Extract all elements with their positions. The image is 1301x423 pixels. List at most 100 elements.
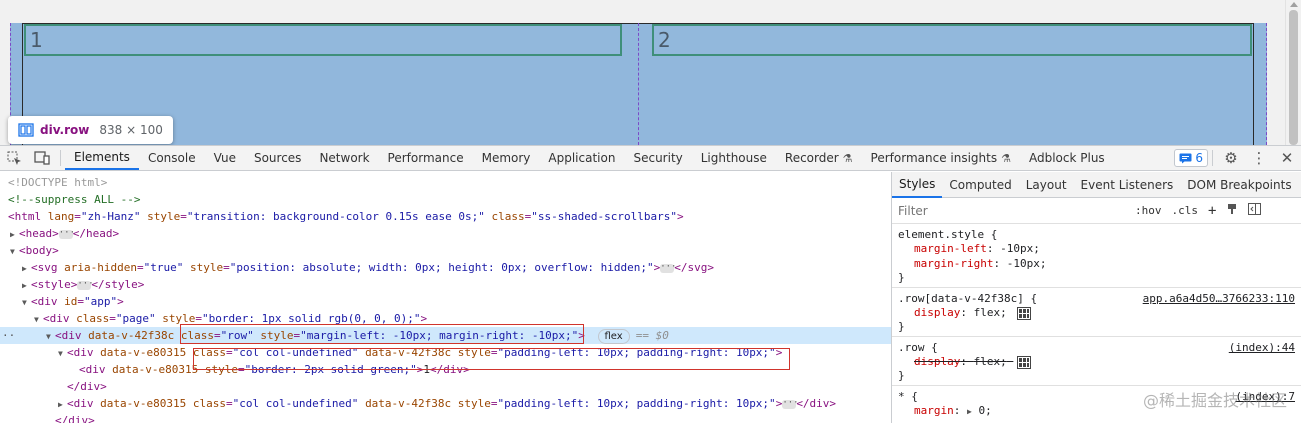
collapsed-ellipsis-icon[interactable]: ··· xyxy=(58,228,75,239)
tree-line-col-2[interactable]: ▶ <div data-v-e80315 class="col col-undef… xyxy=(0,395,891,412)
expand-shorthand-icon[interactable]: ▶ xyxy=(967,407,972,416)
tag-end: </div> xyxy=(796,397,837,410)
rule-element-style[interactable]: element.style { margin-left: -10px; marg… xyxy=(892,224,1301,288)
devtools-toolbar: Elements Console Vue Sources Network Per… xyxy=(0,145,1301,171)
tab-elements[interactable]: Elements xyxy=(65,146,139,170)
inspect-element-icon[interactable] xyxy=(0,146,28,170)
tree-line-svg[interactable]: ▶ <svg aria-hidden="true" style="position… xyxy=(0,259,891,276)
column-divider xyxy=(638,23,639,145)
tree-line-style[interactable]: ▶ <style>···</style> xyxy=(0,276,891,293)
tag-close: </head> xyxy=(72,227,120,240)
tree-line-head[interactable]: ▶ <head>···</head> xyxy=(0,225,891,242)
comment-text: <!--suppress ALL --> xyxy=(8,193,141,206)
tree-line-html[interactable]: <html lang="zh-Hanz" style="transition: … xyxy=(0,208,891,225)
collapsed-ellipsis-icon[interactable]: ··· xyxy=(782,398,799,409)
attr-name: class xyxy=(76,312,110,325)
scroll-up-arrow-icon[interactable] xyxy=(1290,2,1298,7)
filter-input[interactable] xyxy=(898,201,1130,220)
hov-toggle[interactable]: :hov xyxy=(1130,204,1167,217)
flex-badge[interactable]: flex xyxy=(597,329,630,344)
tree-line-body[interactable]: ▼ <body> xyxy=(0,242,891,259)
tab-lighthouse[interactable]: Lighthouse xyxy=(692,146,776,170)
rule-selector: element.style { xyxy=(898,228,998,241)
expand-arrow-icon[interactable]: ▶ xyxy=(58,396,67,413)
collapsed-ellipsis-icon[interactable]: ··· xyxy=(660,262,676,273)
close-icon[interactable]: ✕ xyxy=(1273,146,1301,170)
flex-container-icon xyxy=(18,123,34,137)
attr-value: "ss-shaded-scrollbars" xyxy=(531,210,677,223)
rule-source-link[interactable]: app.a6a4d50…3766233:110 xyxy=(1143,292,1295,305)
preview-scrollbar[interactable] xyxy=(1285,0,1301,145)
tab-performance[interactable]: Performance xyxy=(379,146,473,170)
tab-dom-breakpoints[interactable]: DOM Breakpoints xyxy=(1180,172,1298,198)
attr-name: data-v-e80315 xyxy=(112,363,199,376)
attr-name: data-v-e80315 xyxy=(100,397,187,410)
attr-value: "true" xyxy=(143,261,184,274)
expand-arrow-icon[interactable]: ▶ xyxy=(22,277,31,294)
tree-line-app[interactable]: ▼ <div id="app"> xyxy=(0,293,891,310)
tag-open: <div xyxy=(31,295,58,308)
tag-open: <svg xyxy=(31,261,58,274)
cls-toggle[interactable]: .cls xyxy=(1167,204,1204,217)
tag-open: <body> xyxy=(19,244,59,257)
tab-event-listeners[interactable]: Event Listeners xyxy=(1074,172,1181,198)
new-rule-plus-icon[interactable]: + xyxy=(1203,203,1221,219)
tab-network[interactable]: Network xyxy=(310,146,378,170)
flexbox-editor-icon[interactable] xyxy=(1017,355,1032,369)
declaration[interactable]: margin-left: -10px; xyxy=(898,241,1295,256)
attr-value: "position: absolute; width: 0px; height:… xyxy=(229,261,654,274)
issues-badge[interactable]: 6 xyxy=(1174,149,1208,167)
tab-application[interactable]: Application xyxy=(539,146,624,170)
tree-line-close-div[interactable]: </div> xyxy=(0,378,891,395)
tab-recorder[interactable]: Recorder ⚗ xyxy=(776,146,862,170)
collapse-arrow-icon[interactable]: ▼ xyxy=(10,243,19,260)
property-name: margin-right xyxy=(914,257,994,270)
tree-line-doctype[interactable]: <!DOCTYPE html> xyxy=(0,174,891,191)
flexbox-editor-icon[interactable] xyxy=(1017,306,1032,320)
tab-sources[interactable]: Sources xyxy=(245,146,310,170)
tooltip-dimensions: 838 × 100 xyxy=(99,123,163,137)
rule-close: } xyxy=(898,271,905,284)
tooltip-tag: div.row xyxy=(40,123,90,137)
collapse-arrow-icon[interactable]: ▼ xyxy=(34,311,43,328)
tab-security[interactable]: Security xyxy=(624,146,691,170)
tag-open: <style> xyxy=(31,278,78,291)
attr-value: "col col-undefined" xyxy=(232,397,359,410)
element-state-icon[interactable] xyxy=(1221,203,1243,218)
declaration-overridden[interactable]: display: flex; xyxy=(898,354,1295,369)
device-toggle-icon[interactable] xyxy=(28,146,56,170)
declaration[interactable]: display: flex; xyxy=(898,305,1295,320)
scrollbar-thumb[interactable] xyxy=(1289,10,1298,145)
tab-adblock-plus[interactable]: Adblock Plus xyxy=(1020,146,1114,170)
tab-performance-insights-label: Performance insights xyxy=(870,151,998,165)
tab-memory[interactable]: Memory xyxy=(473,146,540,170)
tab-recorder-label: Recorder xyxy=(784,151,839,165)
tab-performance-insights[interactable]: Performance insights ⚗ xyxy=(862,146,1020,170)
rule-source-link[interactable]: (index):44 xyxy=(1229,341,1295,354)
tree-line-close-div[interactable]: </div> xyxy=(0,412,891,423)
more-options-icon[interactable]: ⋮ xyxy=(1245,146,1273,170)
element-tooltip: div.row 838 × 100 xyxy=(8,116,173,144)
rule-row-scoped[interactable]: .row[data-v-42f38c] { app.a6a4d50…376623… xyxy=(892,288,1301,337)
tab-styles[interactable]: Styles xyxy=(892,172,943,198)
collapse-arrow-icon[interactable]: ▼ xyxy=(58,345,67,362)
message-icon xyxy=(1179,153,1192,163)
declaration[interactable]: margin-right: -10px; xyxy=(898,256,1295,271)
tab-layout[interactable]: Layout xyxy=(1019,172,1074,198)
collapse-arrow-icon[interactable]: ▼ xyxy=(22,294,31,311)
toggle-sidebar-icon[interactable] xyxy=(1243,203,1266,218)
tree-line-comment[interactable]: <!--suppress ALL --> xyxy=(0,191,891,208)
expand-arrow-icon[interactable]: ▶ xyxy=(10,226,19,243)
attr-value: "zh-Hanz" xyxy=(80,210,141,223)
rule-row[interactable]: .row { (index):44 display: flex; } xyxy=(892,337,1301,386)
property-name: display xyxy=(914,355,961,368)
tag-open: <div xyxy=(43,312,70,325)
expand-arrow-icon[interactable]: ▶ xyxy=(22,260,31,277)
tab-computed[interactable]: Computed xyxy=(942,172,1018,198)
collapse-arrow-icon[interactable]: ▼ xyxy=(46,328,55,345)
settings-gear-icon[interactable]: ⚙ xyxy=(1217,146,1245,170)
tab-console[interactable]: Console xyxy=(139,146,205,170)
tab-vue[interactable]: Vue xyxy=(205,146,245,170)
annotation-box-row xyxy=(180,324,584,344)
collapsed-ellipsis-icon[interactable]: ··· xyxy=(77,279,94,290)
